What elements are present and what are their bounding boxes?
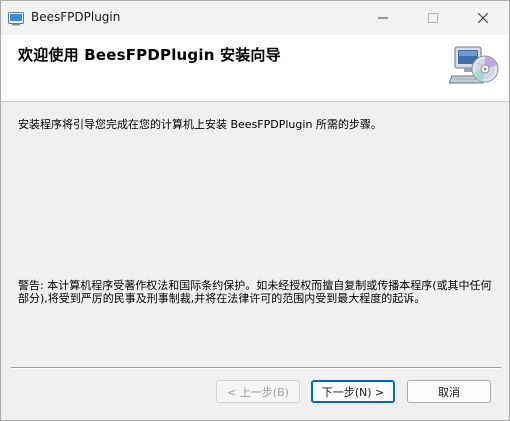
minimize-icon: [378, 17, 388, 19]
close-icon: [478, 13, 488, 23]
footer-divider: [11, 367, 501, 369]
close-button[interactable]: [460, 1, 506, 35]
copyright-warning: 警告: 本计算机程序受著作权法和国际条约保护。如未经授权而擅自复制或传播本程序(…: [18, 279, 492, 305]
computer-cd-icon: [448, 43, 499, 93]
wizard-banner: 欢迎使用 BeesFPDPlugin 安装向导: [1, 35, 509, 102]
maximize-button[interactable]: [410, 1, 456, 35]
wizard-title: 欢迎使用 BeesFPDPlugin 安装向导: [18, 46, 281, 64]
cancel-button[interactable]: 取消: [407, 380, 491, 403]
installer-app-icon: [8, 11, 24, 26]
minimize-button[interactable]: [360, 1, 406, 35]
intro-text: 安装程序将引导您完成在您的计算机上安装 BeesFPDPlugin 所需的步骤。: [18, 118, 382, 131]
next-button[interactable]: 下一步(N) >: [311, 380, 395, 403]
title-bar[interactable]: BeesFPDPlugin: [1, 1, 509, 35]
installer-window: BeesFPDPlugin 欢迎使用 BeesFPDPlugin 安装向导 安装…: [0, 0, 510, 421]
window-title: BeesFPDPlugin: [31, 10, 121, 24]
maximize-icon: [428, 13, 438, 23]
back-button[interactable]: < 上一步(B): [216, 380, 300, 403]
